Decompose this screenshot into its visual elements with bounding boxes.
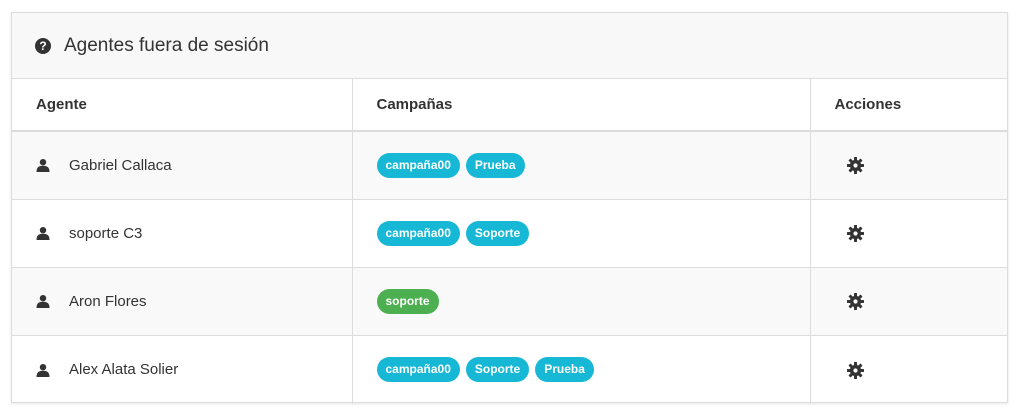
agent-cell: soporte C3: [12, 198, 352, 267]
actions-cell: [809, 131, 1007, 199]
campaign-badge: Prueba: [465, 152, 525, 178]
agent-cell: Gabriel Callaca: [12, 131, 352, 199]
campaigns-cell: soporte: [351, 266, 810, 335]
campaigns-cell: campaña00 Soporte: [351, 198, 810, 267]
agent-cell: Alex Alata Solier: [12, 334, 352, 404]
agent-name: soporte C3: [69, 224, 143, 242]
agent-name: Alex Alata Solier: [69, 361, 179, 379]
gear-icon[interactable]: [846, 361, 864, 379]
panel-title: Agentes fuera de sesión: [64, 34, 269, 56]
gear-icon[interactable]: [846, 157, 864, 175]
campaign-badge: campaña00: [376, 220, 460, 246]
agent-cell: Aron Flores: [12, 266, 352, 335]
agent-name: Gabriel Callaca: [69, 156, 172, 174]
table-row: Gabriel Callaca campaña00 Prueba: [12, 131, 1007, 199]
actions-cell: [809, 266, 1007, 335]
campaign-badge: Prueba: [535, 357, 594, 383]
question-circle-icon[interactable]: ?: [35, 37, 51, 54]
panel-heading: ? Agentes fuera de sesión: [12, 13, 1007, 79]
user-icon: [36, 363, 50, 377]
campaign-badge: campaña00: [376, 152, 460, 178]
header-actions: Acciones: [809, 79, 1007, 132]
campaign-badge: Soporte: [465, 220, 530, 246]
campaigns-cell: campaña00 Prueba: [351, 131, 810, 199]
user-icon: [36, 226, 50, 240]
campaigns-cell: campaña00 Soporte Prueba: [351, 334, 810, 404]
table-header-row: Agente Campañas Acciones: [12, 79, 1007, 132]
campaign-badge: Soporte: [465, 357, 530, 383]
campaign-badge: soporte: [376, 288, 439, 314]
agents-table: Agente Campañas Acciones Gabriel Callaca…: [12, 79, 1007, 404]
gear-icon[interactable]: [846, 224, 864, 242]
agent-name: Aron Flores: [69, 292, 147, 310]
table-row: Aron Flores soporte: [12, 266, 1007, 335]
user-icon: [36, 294, 50, 308]
actions-cell: [809, 198, 1007, 267]
gear-icon[interactable]: [846, 292, 864, 310]
agents-offline-panel: ? Agentes fuera de sesión Agente Campaña…: [11, 12, 1008, 404]
table-row: soporte C3 campaña00 Soporte: [12, 198, 1007, 267]
actions-cell: [809, 334, 1007, 404]
header-agent: Agente: [12, 79, 352, 132]
user-icon: [36, 158, 50, 173]
table-row: Alex Alata Solier campaña00 Soporte Prueba: [12, 334, 1007, 404]
campaign-badge: campaña00: [376, 357, 460, 383]
header-campaigns: Campañas: [351, 79, 810, 132]
